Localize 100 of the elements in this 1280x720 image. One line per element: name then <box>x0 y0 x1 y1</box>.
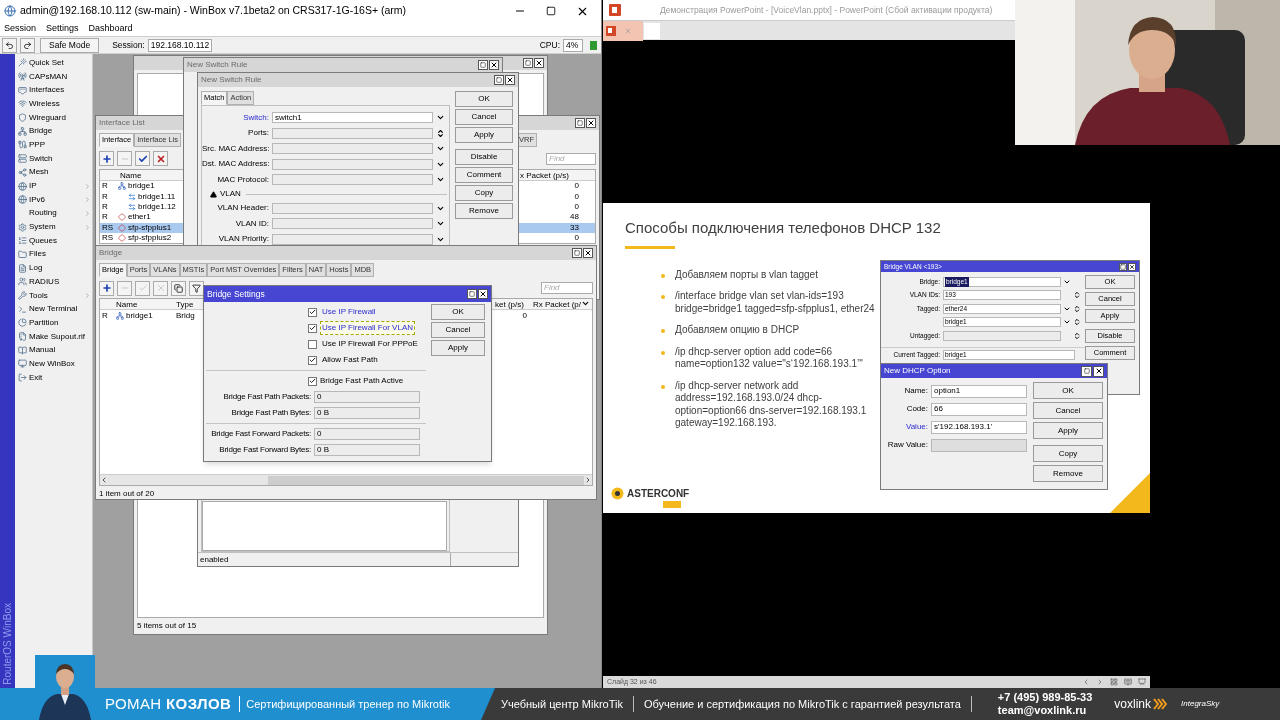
button[interactable]: Apply <box>1033 422 1103 439</box>
sidebar-item[interactable]: Wireguard <box>15 110 92 125</box>
button[interactable]: Remove <box>455 203 513 219</box>
maximize-button[interactable] <box>494 75 504 85</box>
close-button[interactable] <box>583 248 593 258</box>
button[interactable]: Cancel <box>431 322 485 338</box>
up-down-arrows-icon[interactable] <box>1073 318 1081 327</box>
sidebar-item[interactable]: Switch <box>15 151 92 166</box>
sidebar-item[interactable]: Bridge <box>15 124 92 139</box>
button[interactable]: Copy <box>455 185 513 201</box>
maximize-button[interactable] <box>575 118 585 128</box>
up-down-arrows-icon[interactable] <box>1073 291 1081 300</box>
sidebar-item[interactable]: Tools <box>15 288 92 303</box>
close-button[interactable] <box>505 75 515 85</box>
maximize-button[interactable] <box>523 58 533 68</box>
maximize-button[interactable] <box>572 248 582 258</box>
sidebar-item[interactable]: Quick Set <box>15 56 92 70</box>
table-row[interactable]: R bridge1.12 <box>100 201 183 213</box>
table-row[interactable]: 33 <box>517 222 595 233</box>
disable-button[interactable] <box>153 151 168 166</box>
maximize-button[interactable] <box>478 60 488 70</box>
close-button[interactable] <box>1128 262 1136 271</box>
scroll-left-icon[interactable] <box>100 476 108 484</box>
table-row[interactable]: 48 <box>517 212 595 223</box>
text-field[interactable] <box>272 127 433 139</box>
maximize-button[interactable] <box>546 6 556 16</box>
sidebar-item[interactable]: CAPsMAN <box>15 69 92 84</box>
table-row[interactable]: 0 <box>517 201 595 213</box>
scroll-right-icon[interactable] <box>584 476 592 484</box>
text-field[interactable] <box>272 233 433 245</box>
maximize-button[interactable] <box>1119 262 1127 271</box>
button[interactable]: Disable <box>455 149 513 165</box>
find-field[interactable]: Find <box>546 152 596 165</box>
sidebar-item[interactable]: IP <box>15 179 92 193</box>
enable-button[interactable] <box>135 151 150 166</box>
button[interactable]: Cancel <box>1033 402 1103 419</box>
text-field[interactable] <box>272 143 433 155</box>
presentation-icon[interactable] <box>1138 678 1146 686</box>
table-row[interactable]: R bridge1 <box>100 181 183 192</box>
sidebar-item[interactable]: Exit <box>15 370 92 385</box>
sidebar-item[interactable]: RADIUS <box>15 275 92 289</box>
checkbox[interactable] <box>308 376 317 386</box>
button[interactable]: Copy <box>1033 445 1103 462</box>
previous-icon[interactable] <box>1082 678 1090 686</box>
safe-mode-button[interactable]: Safe Mode <box>40 37 100 53</box>
sidebar-item[interactable]: New Terminal <box>15 302 92 317</box>
table-row[interactable]: R ether1 <box>100 212 183 223</box>
table-row[interactable]: R bridge1 Bridg <box>100 310 202 321</box>
text-field[interactable]: s'192.168.193.1' <box>931 420 1027 434</box>
collapse-arrow-icon[interactable] <box>210 190 217 198</box>
button[interactable]: Apply <box>455 127 513 143</box>
maximize-button[interactable] <box>467 289 477 299</box>
checkbox[interactable] <box>308 355 317 365</box>
document-tab[interactable] <box>603 20 643 41</box>
text-field[interactable]: 66 <box>931 402 1027 416</box>
table-row[interactable]: RS sfp-sfpplus1 <box>100 222 183 233</box>
text-field[interactable] <box>272 158 433 170</box>
sidebar-item[interactable]: Log <box>15 261 92 275</box>
add-button[interactable] <box>99 280 114 296</box>
email-link[interactable]: team@voxlink.ru <box>997 704 1093 717</box>
text-field[interactable] <box>272 174 433 186</box>
undo-button[interactable] <box>2 37 17 53</box>
button[interactable]: Apply <box>431 340 485 356</box>
maximize-button[interactable] <box>1081 365 1092 377</box>
sidebar-item[interactable]: Make Supout.rif <box>15 329 92 344</box>
table-row[interactable]: 0 <box>517 232 595 244</box>
filter-button[interactable] <box>189 280 204 296</box>
checkbox[interactable] <box>308 307 317 317</box>
button[interactable]: OK <box>1033 382 1103 399</box>
close-button[interactable] <box>586 118 596 128</box>
button[interactable]: OK <box>431 304 485 320</box>
text-field[interactable]: switch1 <box>272 112 433 124</box>
close-button[interactable] <box>489 60 499 70</box>
next-icon[interactable] <box>1096 678 1104 686</box>
close-button[interactable] <box>1093 365 1104 377</box>
grid-icon[interactable] <box>1110 678 1118 686</box>
find-field[interactable]: Find <box>541 282 593 294</box>
sidebar-item[interactable]: Partition <box>15 316 92 330</box>
text-field[interactable] <box>272 202 433 214</box>
add-button[interactable] <box>99 151 114 166</box>
table-row[interactable]: 0 <box>489 310 592 321</box>
up-down-arrows-icon[interactable] <box>1073 331 1081 340</box>
sidebar-item[interactable]: Routing <box>15 206 92 221</box>
checkbox[interactable] <box>308 339 317 349</box>
menu-item[interactable]: Dashboard <box>88 22 133 36</box>
scroll-thumb[interactable] <box>268 475 584 485</box>
text-field[interactable]: option1 <box>931 384 1027 398</box>
sidebar-item[interactable]: Queues <box>15 233 92 248</box>
sidebar-item[interactable]: Wireless <box>15 97 92 111</box>
table-row[interactable]: R bridge1.11 <box>100 191 183 202</box>
sidebar-item[interactable]: Manual <box>15 343 92 358</box>
table-row[interactable]: 0 <box>517 181 595 192</box>
menu-item[interactable]: Settings <box>46 22 79 36</box>
sidebar-item[interactable]: System <box>15 220 92 234</box>
button[interactable]: Remove <box>1033 465 1103 482</box>
redo-button[interactable] <box>20 37 35 53</box>
close-button[interactable] <box>534 58 544 68</box>
table-row[interactable]: 0 <box>517 191 595 202</box>
text-field[interactable] <box>272 218 433 230</box>
close-button[interactable] <box>478 289 488 299</box>
